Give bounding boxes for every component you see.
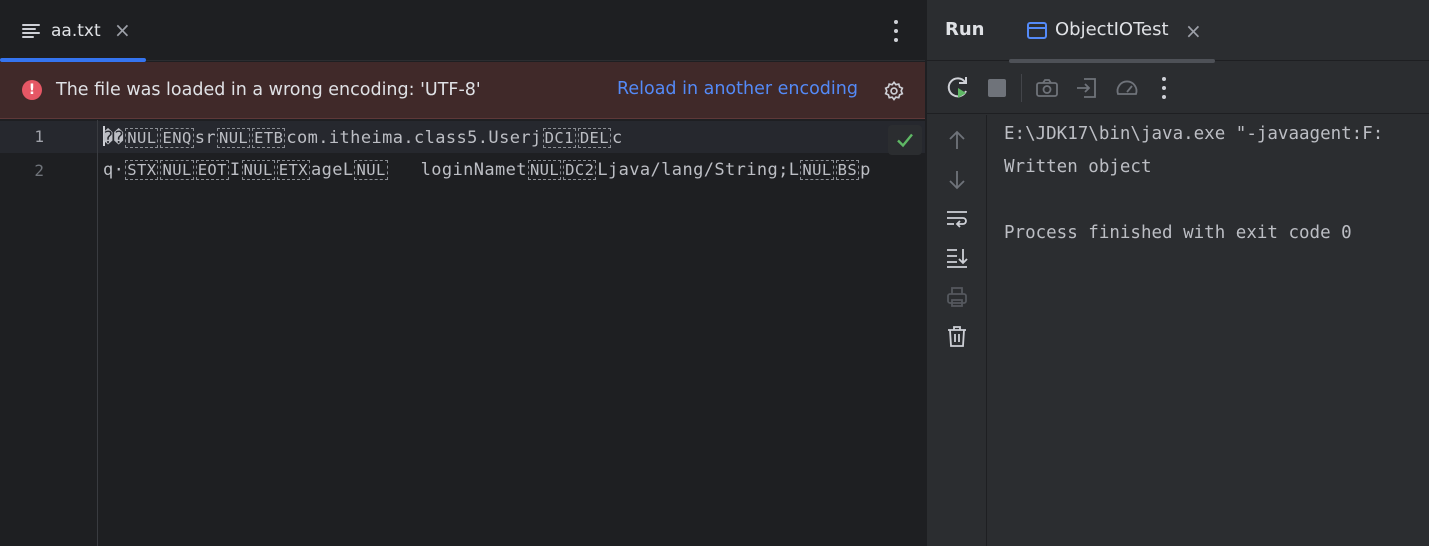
editor-pane: aa.txt × ! The file was loaded in a wron… — [0, 0, 925, 546]
control-char: NUL — [354, 160, 388, 180]
file-tab-label: aa.txt — [51, 20, 101, 41]
code-text: I — [229, 160, 241, 180]
encoding-warning-banner: ! The file was loaded in a wrong encodin… — [0, 62, 925, 119]
console-side-toolbar — [927, 115, 987, 546]
close-run-tab-icon[interactable]: × — [1185, 20, 1202, 42]
code-text: ageL — [310, 160, 354, 180]
control-char: NUL — [160, 160, 194, 180]
code-text: c — [612, 128, 623, 148]
run-tab-label: ObjectIOTest — [1055, 19, 1169, 40]
control-char: NUL — [241, 160, 275, 180]
more-icon[interactable] — [1161, 77, 1167, 99]
control-char: NUL — [125, 128, 159, 148]
soft-wrap-icon[interactable] — [945, 207, 969, 231]
encoding-warning-message: The file was loaded in a wrong encoding:… — [56, 80, 481, 100]
code-text: sr — [194, 128, 216, 148]
code-text: loginNamet — [388, 160, 527, 180]
profiler-icon[interactable] — [1114, 75, 1140, 101]
editor-tab-bar: aa.txt × — [0, 0, 925, 62]
control-char: DC2 — [563, 160, 597, 180]
control-char: DC1 — [542, 128, 576, 148]
trash-icon[interactable] — [945, 324, 969, 348]
control-char: DEL — [577, 128, 612, 148]
arrow-down-icon[interactable] — [945, 168, 969, 192]
print-icon[interactable] — [945, 285, 969, 309]
arrow-up-icon[interactable] — [945, 128, 969, 152]
control-char: ENQ — [160, 128, 194, 148]
line-number-gutter — [0, 120, 98, 546]
console-line: Written object — [1004, 157, 1152, 177]
run-toolbar — [927, 62, 1429, 114]
control-char: NUL — [800, 160, 834, 180]
camera-icon[interactable] — [1034, 75, 1060, 101]
reload-encoding-link[interactable]: Reload in another encoding — [617, 79, 858, 99]
control-char: NUL — [216, 128, 251, 148]
file-tab-aa-txt[interactable]: aa.txt × — [0, 0, 146, 62]
code-text: p — [860, 160, 871, 180]
control-char: ETX — [276, 160, 310, 180]
run-tool-window: Run ObjectIOTest × E:\JDK17\bin\java.exe… — [925, 0, 1429, 546]
control-char: NUL — [527, 160, 562, 180]
close-tab-icon[interactable]: × — [114, 19, 131, 41]
control-char: BS — [835, 160, 860, 180]
toolbar-separator — [1021, 74, 1022, 102]
scroll-to-end-icon[interactable] — [945, 245, 969, 269]
application-icon — [1027, 22, 1047, 39]
inspection-status[interactable] — [888, 125, 922, 155]
run-tab-objectiotest[interactable]: ObjectIOTest × — [1009, 0, 1215, 63]
rerun-icon[interactable] — [945, 75, 971, 101]
code-text: �� — [103, 128, 125, 148]
console-line: Process finished with exit code 0 — [1004, 223, 1352, 243]
error-icon: ! — [22, 80, 42, 100]
control-char: STX — [125, 160, 159, 180]
control-char: EOT — [195, 160, 229, 180]
run-tab-bar: Run ObjectIOTest × — [927, 0, 1429, 63]
gear-icon[interactable] — [883, 80, 905, 102]
checkmark-icon — [897, 133, 913, 148]
line-number: 1 — [34, 127, 44, 146]
text-file-icon — [22, 23, 40, 38]
code-text: Ljava/lang/String;L — [597, 160, 800, 180]
console-line: E:\JDK17\bin\java.exe "-javaagent:F: — [1004, 124, 1384, 144]
stop-icon[interactable] — [984, 75, 1010, 101]
console-output[interactable]: E:\JDK17\bin\java.exe "-javaagent:F: Writ… — [1004, 118, 1383, 250]
more-options-icon[interactable] — [893, 20, 899, 42]
control-char: ETB — [252, 128, 286, 148]
line-number: 2 — [34, 161, 44, 180]
restore-layout-icon[interactable] — [1074, 75, 1100, 101]
run-window-title: Run — [945, 19, 985, 40]
code-text: com.itheima.class5.Userj — [286, 128, 542, 148]
code-text: q· — [103, 160, 125, 180]
code-line-1[interactable]: �� NUL ENQ sr NUL ETB com.itheima.class5.Userj… — [103, 126, 623, 148]
code-line-2[interactable]: q· STX NUL EOT I NUL ETX ageL NUL loginNamet NUL D… — [103, 160, 923, 180]
